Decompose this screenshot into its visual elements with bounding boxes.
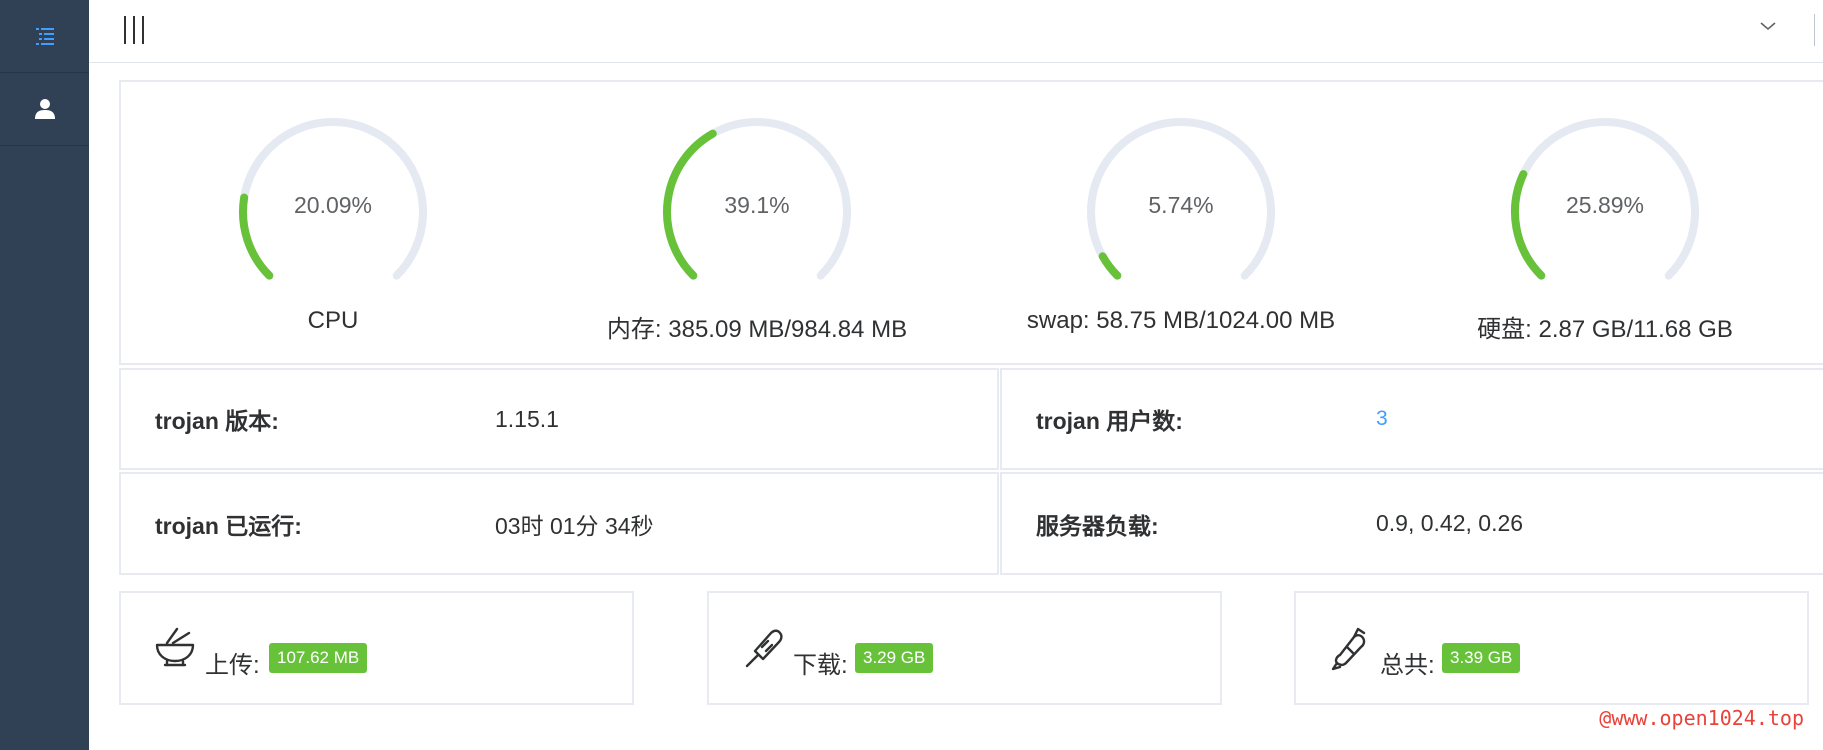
gauge-value: 5.74% — [1148, 192, 1214, 218]
version-label: trojan 版本: — [155, 408, 279, 434]
gauge-progress-arc — [1098, 252, 1122, 280]
gauge-disk: 25.89% 硬盘: 2.87 GB/11.68 GB — [1393, 82, 1817, 363]
top-navbar — [89, 0, 1823, 63]
candy-icon — [1331, 627, 1366, 671]
gauge-memory: 39.1% 内存: 385.09 MB/984.84 MB — [545, 82, 969, 363]
server-load-card: 服务器负载: 0.9, 0.42, 0.26 — [1000, 472, 1823, 575]
gauge-value: 25.89% — [1565, 192, 1644, 218]
users-label: trojan 用户数: — [1036, 408, 1183, 434]
total-card: 总共: 3.39 GB — [1294, 591, 1809, 705]
gauge-value: 39.1% — [724, 192, 790, 218]
total-value-badge: 3.39 GB — [1442, 643, 1521, 673]
download-card: 下载: 3.29 GB — [707, 591, 1222, 705]
chevron-down-icon[interactable] — [1759, 19, 1777, 37]
gauge-label: CPU — [307, 307, 359, 334]
menu-list-icon — [35, 28, 54, 45]
sidebar — [0, 0, 89, 750]
hamburger-icon[interactable] — [122, 16, 148, 44]
load-label: 服务器负载: — [1036, 512, 1159, 539]
popsicle-icon — [745, 629, 783, 668]
system-gauges-card: 20.09% CPU 39.1% 内存: 385.09 MB/984.84 MB… — [119, 80, 1823, 365]
uptime-value: 03时 01分 34秒 — [495, 512, 654, 539]
trojan-users-card: trojan 用户数: 3 — [1000, 368, 1823, 470]
load-value: 0.9, 0.42, 0.26 — [1376, 510, 1524, 536]
gauge-swap: 5.74% swap: 58.75 MB/1024.00 MB — [969, 82, 1393, 363]
topbar-divider — [1814, 14, 1815, 46]
trojan-uptime-card: trojan 已运行: 03时 01分 34秒 — [119, 472, 999, 575]
watermark: @www.open1024.top — [1599, 706, 1804, 730]
sidebar-item-users[interactable] — [0, 73, 89, 146]
gauge-label: swap: 58.75 MB/1024.00 MB — [1026, 307, 1336, 334]
gauge-label: 内存: 385.09 MB/984.84 MB — [606, 316, 908, 343]
upload-card: 上传: 107.62 MB — [119, 591, 634, 705]
download-label: 下载: — [793, 652, 848, 679]
gauge-progress-arc — [1511, 170, 1546, 280]
users-count-link[interactable]: 3 — [1376, 370, 1388, 468]
bowl-icon — [155, 627, 195, 667]
uptime-label: trojan 已运行: — [155, 512, 302, 539]
download-value-badge: 3.29 GB — [855, 643, 934, 673]
gauge-label: 硬盘: 2.87 GB/11.68 GB — [1477, 316, 1733, 343]
sidebar-item-dashboard[interactable] — [0, 0, 89, 73]
user-icon — [34, 99, 55, 119]
upload-value-badge: 107.62 MB — [269, 643, 368, 673]
gauge-cpu: 20.09% CPU — [121, 82, 545, 363]
total-label: 总共: — [1380, 652, 1435, 679]
gauge-value: 20.09% — [293, 192, 372, 218]
upload-label: 上传: — [205, 652, 260, 679]
version-value: 1.15.1 — [495, 405, 559, 432]
trojan-version-card: trojan 版本: 1.15.1 — [119, 368, 999, 470]
